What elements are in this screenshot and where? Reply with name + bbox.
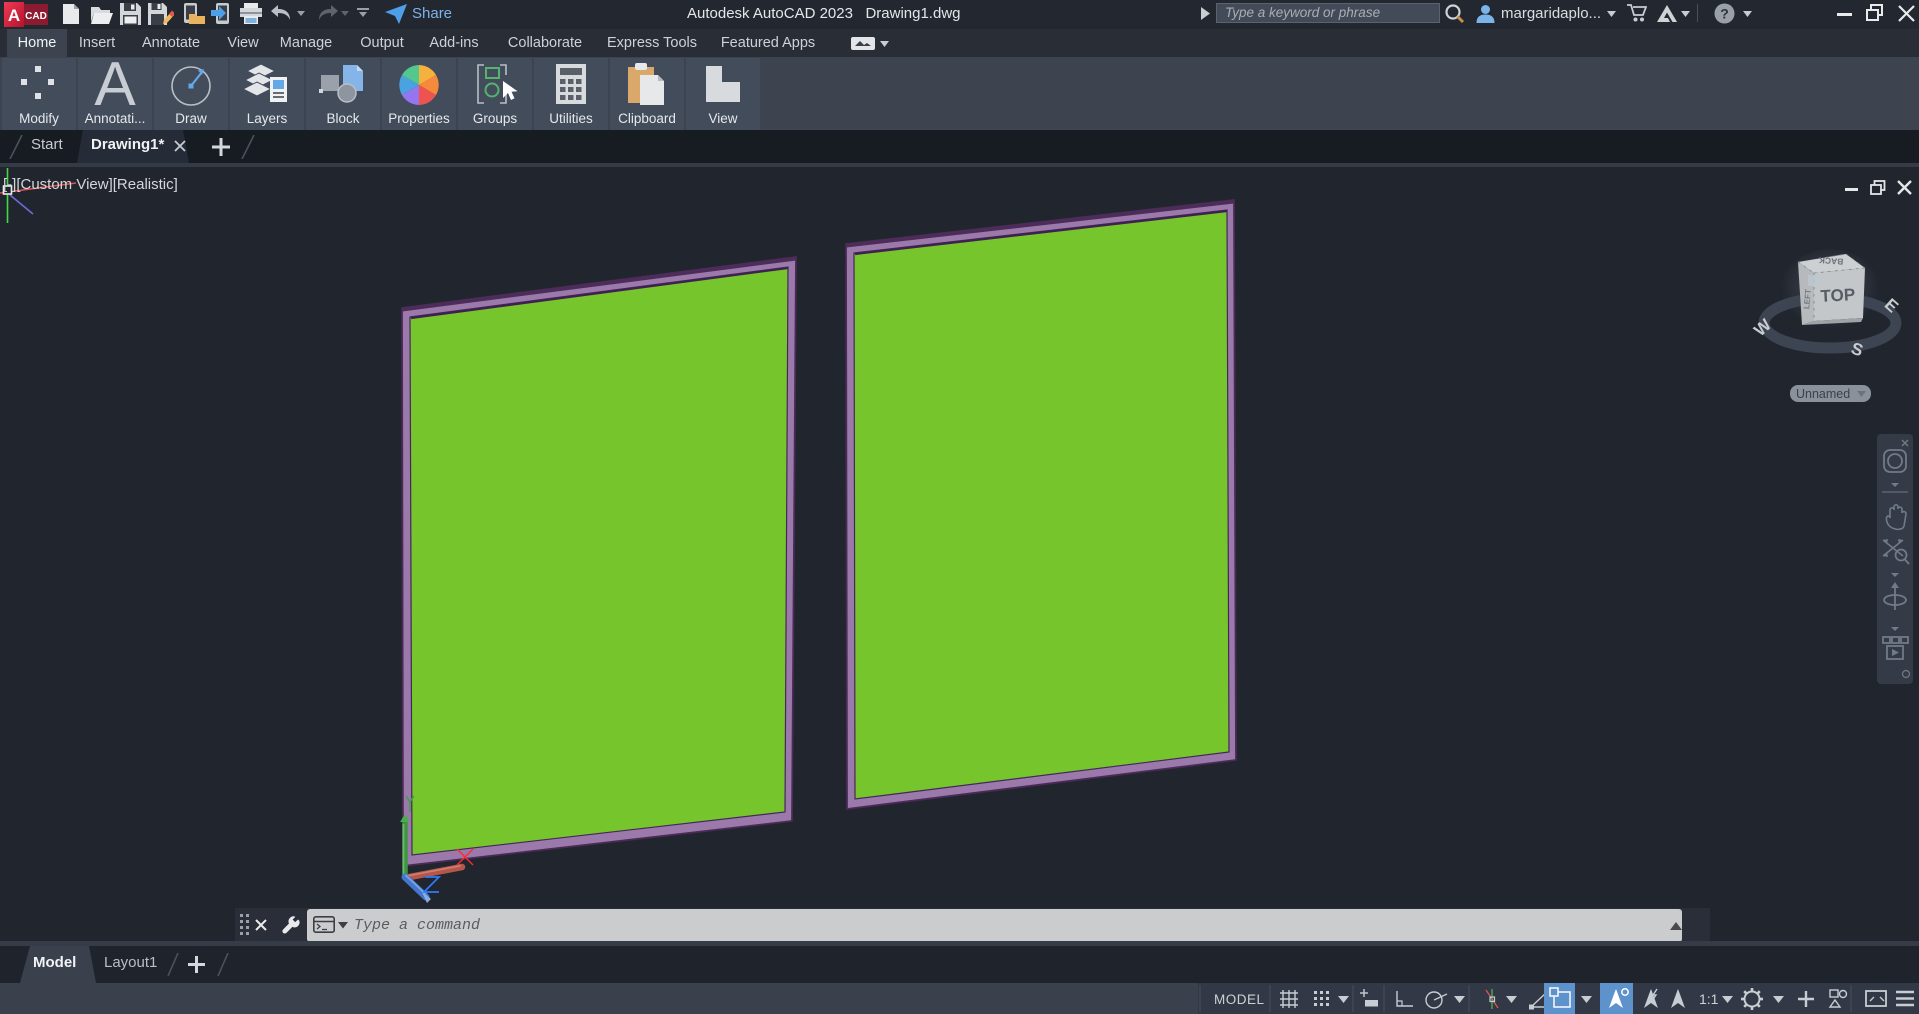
svg-text:LEFT: LEFT — [1802, 289, 1813, 310]
svg-text:1:1: 1:1 — [1699, 991, 1719, 1007]
svg-text:A: A — [94, 58, 136, 112]
svg-text:BACK: BACK — [1818, 255, 1844, 267]
svg-text:CAD: CAD — [25, 11, 47, 22]
svg-text:MODEL: MODEL — [1214, 992, 1265, 1007]
svg-text:A: A — [8, 6, 20, 25]
svg-text:?: ? — [1720, 6, 1729, 22]
svg-text:TOP: TOP — [1820, 285, 1856, 306]
